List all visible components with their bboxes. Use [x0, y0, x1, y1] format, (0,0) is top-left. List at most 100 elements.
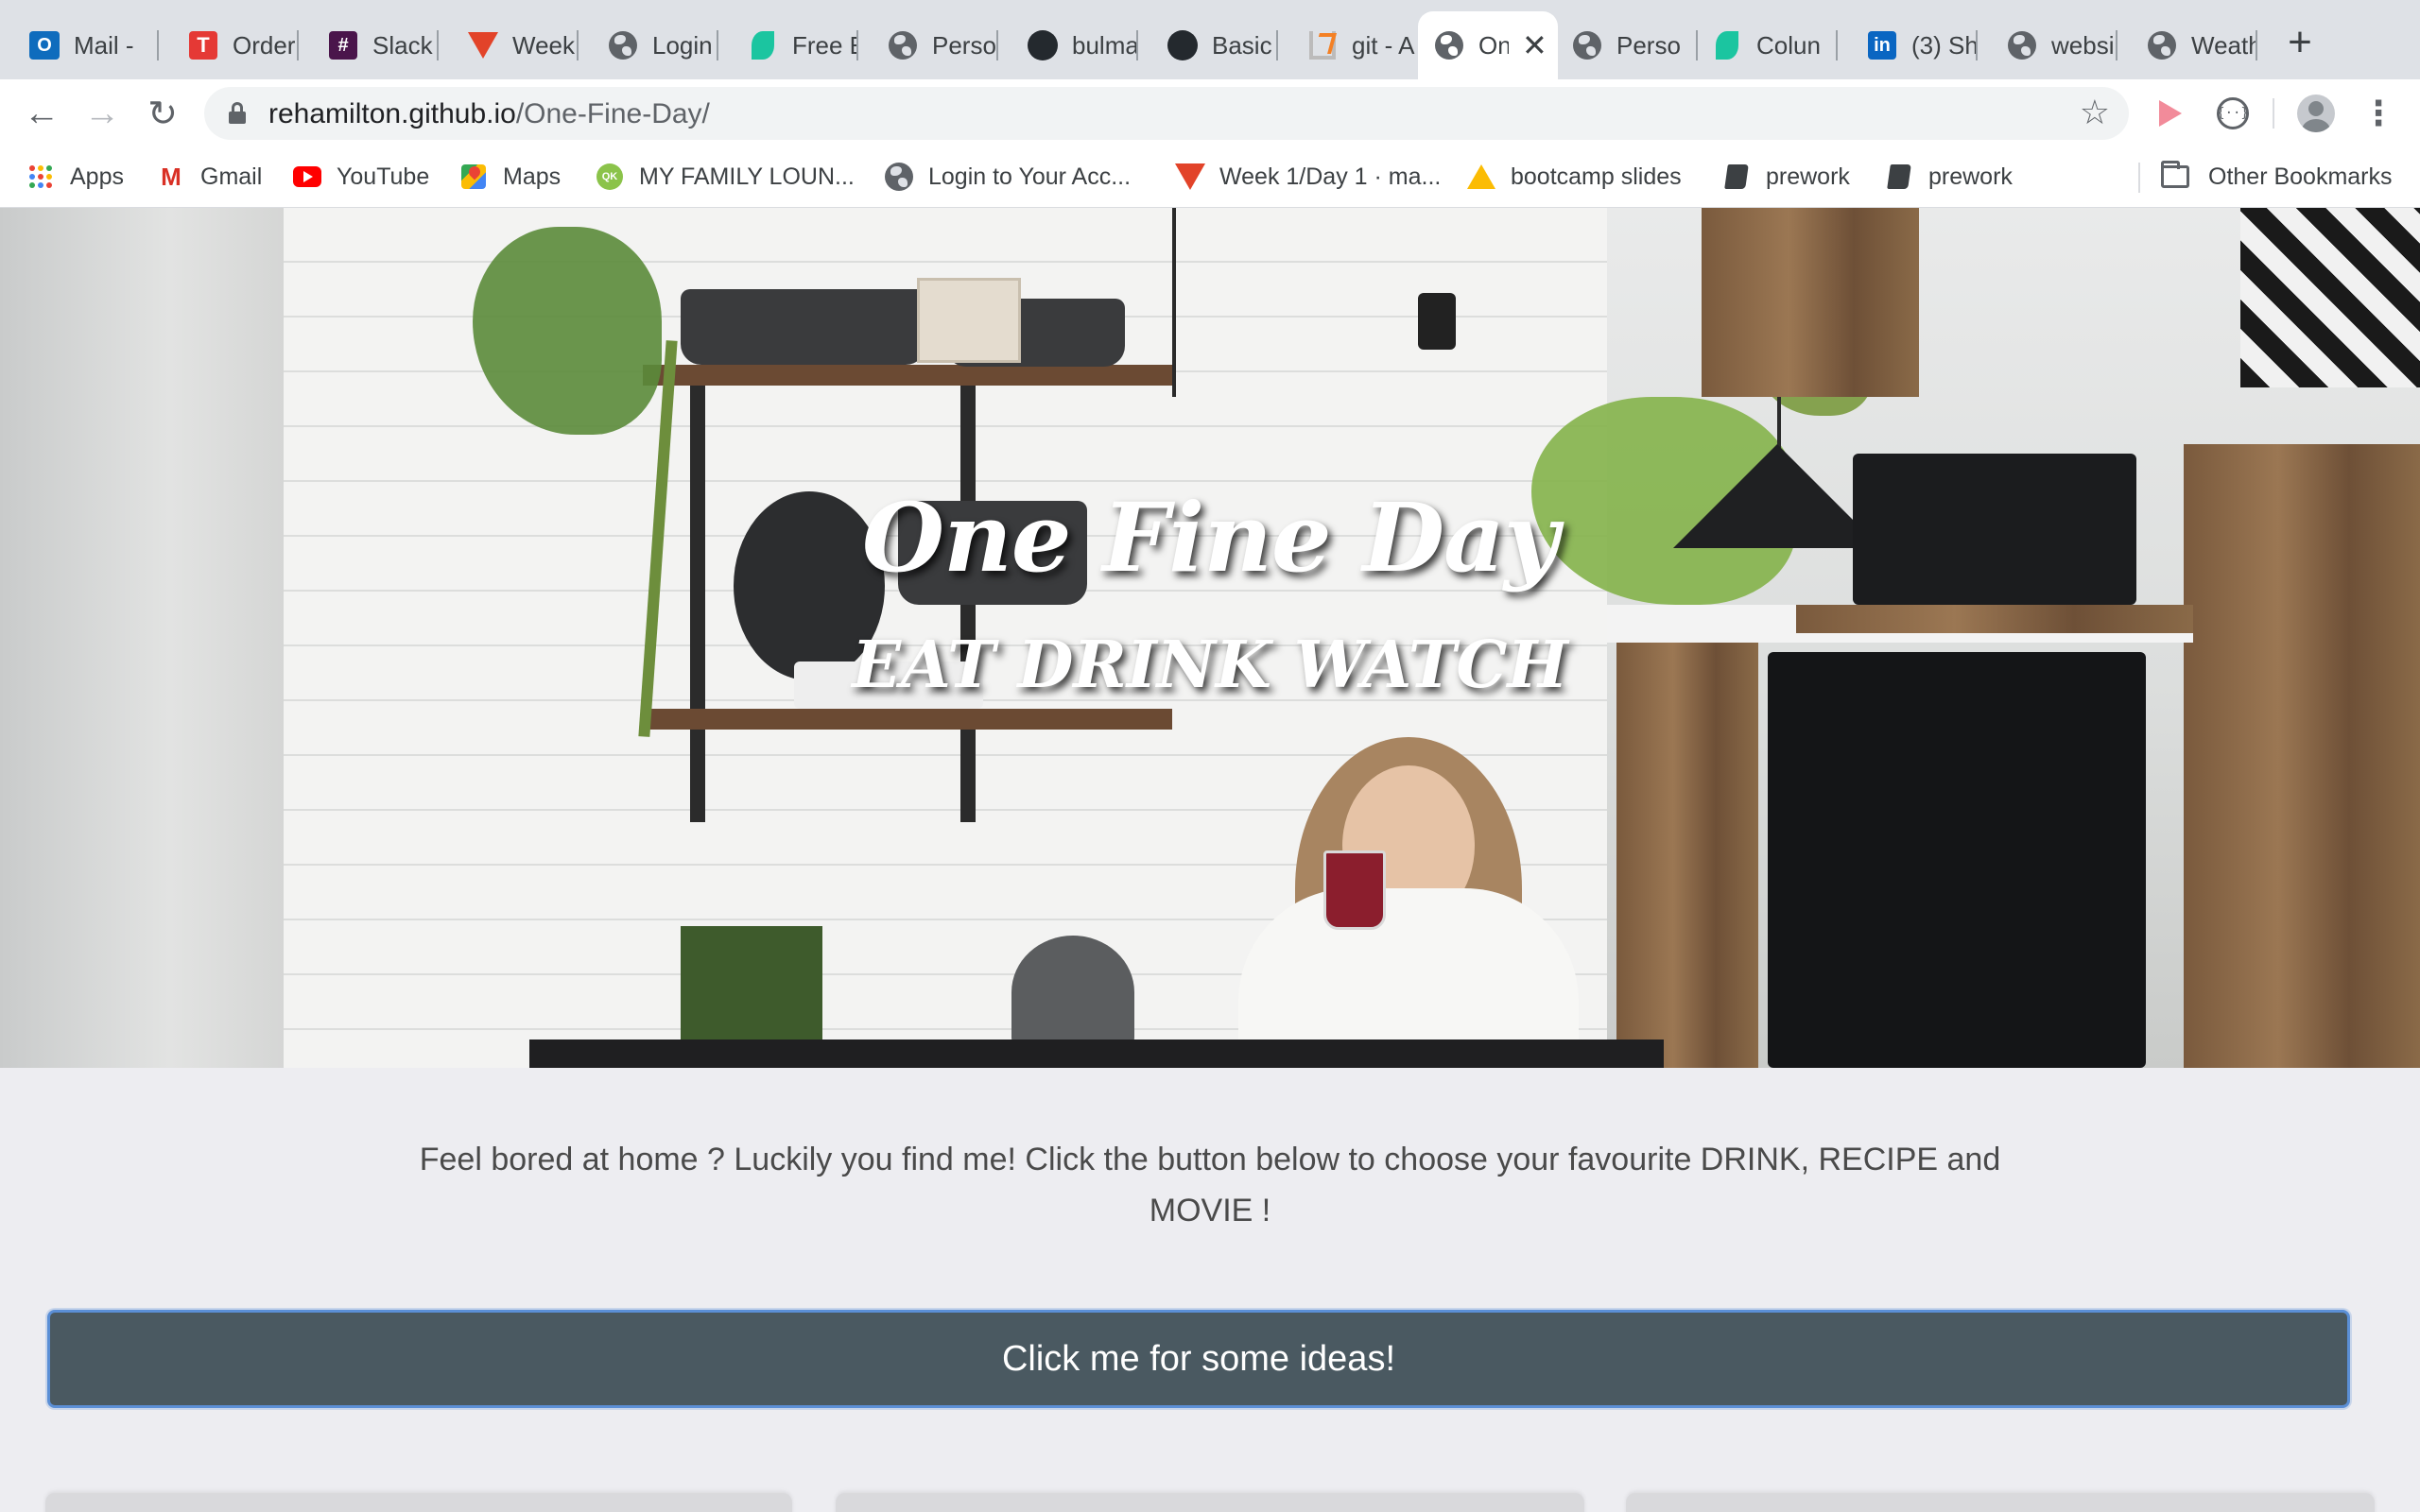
- tab-title: Order: [233, 30, 296, 60]
- tab-order[interactable]: T Order: [159, 11, 299, 79]
- gitlab-icon: [467, 29, 499, 61]
- tab-week[interactable]: Week: [439, 11, 579, 79]
- bookmark-label: MY FAMILY LOUN...: [639, 163, 855, 190]
- linkedin-icon: in: [1866, 29, 1898, 61]
- profile-avatar[interactable]: [2297, 94, 2335, 132]
- drink-card: [45, 1493, 792, 1512]
- tab-git[interactable]: git - A: [1278, 11, 1418, 79]
- tab-one-fine-day[interactable]: On ✕: [1418, 11, 1558, 79]
- tab-linkedin[interactable]: in (3) Sh: [1838, 11, 1978, 79]
- url-path: /One-Fine-Day/: [515, 98, 710, 129]
- drive-icon: [1467, 163, 1495, 191]
- tab-login[interactable]: Login: [579, 11, 718, 79]
- close-icon[interactable]: ✕: [1522, 30, 1547, 60]
- tab-title: On: [1478, 30, 1509, 60]
- globe-icon: [2146, 29, 2178, 61]
- lock-icon: [229, 102, 246, 124]
- tab-mail[interactable]: O Mail -: [0, 11, 159, 79]
- bookmark-prework-1[interactable]: prework: [1722, 159, 1850, 195]
- bookmark-apps[interactable]: Apps: [26, 159, 124, 195]
- tab-title: Weath: [2191, 30, 2257, 60]
- tab-slack[interactable]: # Slack: [299, 11, 439, 79]
- new-tab-button[interactable]: +: [2276, 19, 2324, 66]
- tab-basic[interactable]: Basic: [1138, 11, 1278, 79]
- gmail-icon: M: [161, 162, 182, 191]
- bookmark-week1[interactable]: Week 1/Day 1 · ma...: [1175, 159, 1441, 195]
- tab-website[interactable]: websi: [1978, 11, 2118, 79]
- tab-title: websi: [2051, 30, 2115, 60]
- globe-icon: [885, 163, 913, 191]
- bookmark-label: prework: [1928, 163, 2013, 190]
- bookmark-gmail[interactable]: M Gmail: [157, 159, 262, 195]
- book-icon: [1885, 163, 1913, 191]
- globe-icon: [1571, 29, 1603, 61]
- bookmark-youtube[interactable]: YouTube: [293, 159, 429, 195]
- bookmark-label: Gmail: [200, 163, 263, 190]
- globe-icon: [2006, 29, 2038, 61]
- book-icon: [1722, 163, 1751, 191]
- bookmark-maps[interactable]: Maps: [459, 159, 561, 195]
- url-host: rehamilton.github.io: [268, 98, 516, 129]
- globe-icon: [1433, 29, 1465, 61]
- tab-title: Basic: [1212, 30, 1272, 60]
- tab-title: Colun: [1756, 30, 1821, 60]
- bookmark-label: bootcamp slides: [1511, 163, 1682, 190]
- hero-subtitle: EAT DRINK WATCH: [852, 627, 1568, 703]
- tab-perso[interactable]: Perso: [858, 11, 998, 79]
- bookmark-label: prework: [1766, 163, 1850, 190]
- reload-icon[interactable]: ↻: [142, 93, 183, 134]
- tab-title: Free E: [792, 30, 858, 60]
- bookmark-label: YouTube: [337, 163, 430, 190]
- tab-weather[interactable]: Weath: [2118, 11, 2257, 79]
- bookmark-login[interactable]: Login to Your Acc...: [885, 159, 1131, 195]
- bookmark-label: Maps: [503, 163, 562, 190]
- bookmark-label: Other Bookmarks: [2208, 163, 2393, 190]
- slack-icon: #: [327, 29, 359, 61]
- folder-icon: [2161, 161, 2189, 191]
- tab-title: Login: [652, 30, 713, 60]
- recipe-card: [836, 1493, 1584, 1512]
- address-bar[interactable]: rehamilton.github.io/One-Fine-Day/ ☆: [204, 87, 2129, 140]
- tab-column[interactable]: Colun: [1698, 11, 1838, 79]
- hero-title: One Fine Day: [862, 482, 1559, 593]
- back-arrow-icon[interactable]: ←: [21, 93, 62, 134]
- globe-icon: [887, 29, 919, 61]
- bookmark-label: Login to Your Acc...: [928, 163, 1132, 190]
- tab-bulma[interactable]: bulma: [998, 11, 1138, 79]
- tab-title: Perso: [1616, 30, 1681, 60]
- trello-icon: T: [187, 29, 219, 61]
- browser-toolbar: ← → ↻ rehamilton.github.io/One-Fine-Day/…: [0, 79, 2420, 146]
- extension-code-icon[interactable]: {··}: [2214, 94, 2252, 132]
- tab-perso-2[interactable]: Perso: [1558, 11, 1698, 79]
- movie-card: [1626, 1493, 2375, 1512]
- tab-title: (3) Sh: [1911, 30, 1978, 60]
- tab-free[interactable]: Free E: [718, 11, 858, 79]
- browser-tab-strip: O Mail - T Order # Slack Week Login Free…: [0, 0, 2420, 79]
- qk-icon: QK: [596, 163, 624, 191]
- intro-text: Feel bored at home ? Luckily you find me…: [419, 1142, 2001, 1228]
- gitlab-icon: [1175, 163, 1205, 191]
- tab-title: Perso: [932, 30, 996, 60]
- outlook-icon: O: [28, 29, 60, 61]
- bookmark-star-icon[interactable]: ☆: [2080, 93, 2110, 132]
- bookmark-other-bookmarks[interactable]: Other Bookmarks: [2161, 159, 2393, 195]
- forward-arrow-icon[interactable]: →: [81, 93, 123, 134]
- github-icon: [1027, 29, 1059, 61]
- bookmark-my-family-lounge[interactable]: QK MY FAMILY LOUN...: [596, 159, 855, 195]
- leaf-icon: [747, 29, 779, 61]
- stackoverflow-icon: [1306, 29, 1339, 61]
- tab-title: Slack: [372, 30, 433, 60]
- tab-title: Week: [512, 30, 575, 60]
- globe-icon: [607, 29, 639, 61]
- apps-grid-icon: [26, 163, 55, 191]
- ideas-button[interactable]: Click me for some ideas!: [47, 1310, 2350, 1408]
- bookmark-prework-2[interactable]: prework: [1885, 159, 2013, 195]
- bookmark-label: Apps: [70, 163, 124, 190]
- bookmarks-bar: Apps M Gmail YouTube Maps QK MY FAMILY L…: [0, 146, 2420, 208]
- tab-title: Mail -: [74, 30, 134, 60]
- extension-pink-icon[interactable]: [2152, 94, 2189, 132]
- tab-title: git - A: [1352, 30, 1415, 60]
- url-text[interactable]: rehamilton.github.io/One-Fine-Day/: [268, 98, 710, 130]
- bookmark-bootcamp-slides[interactable]: bootcamp slides: [1467, 159, 1682, 195]
- browser-menu-icon[interactable]: ⋮: [2360, 94, 2397, 132]
